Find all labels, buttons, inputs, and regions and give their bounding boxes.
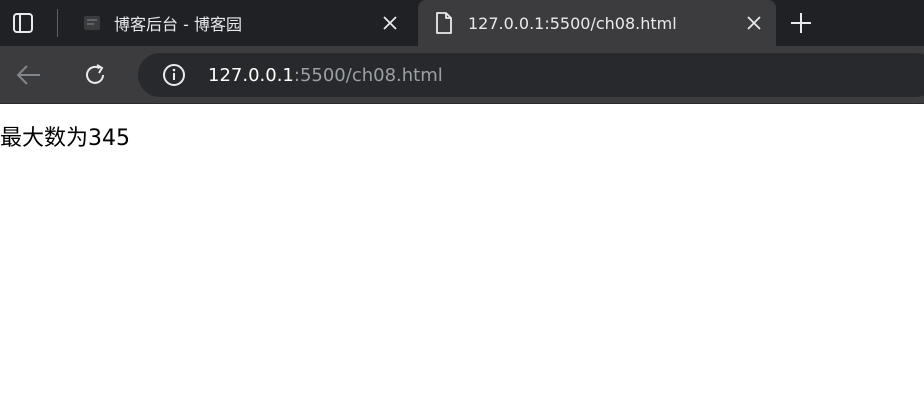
url-text: 127.0.0.1:5500/ch08.html [208, 65, 443, 86]
tab-blog-admin[interactable]: 博客后台 - 博客园 [66, 0, 412, 46]
site-info-icon[interactable] [162, 63, 186, 87]
reload-button[interactable] [79, 59, 111, 91]
tab-actions-icon [13, 13, 33, 33]
new-tab-button[interactable] [786, 8, 816, 38]
tab-actions-button[interactable] [0, 0, 46, 46]
tab-divider [57, 9, 58, 37]
max-number-text: 最大数为345 [0, 126, 130, 151]
address-bar[interactable]: 127.0.0.1:5500/ch08.html [138, 53, 924, 97]
page-content: 最大数为345 [0, 104, 924, 403]
url-path: :5500/ch08.html [293, 64, 443, 86]
close-icon [747, 16, 761, 30]
blog-favicon-icon [82, 13, 102, 33]
close-icon [383, 16, 397, 30]
tab-ch08[interactable]: 127.0.0.1:5500/ch08.html [418, 0, 776, 46]
file-icon [434, 12, 454, 34]
back-arrow-icon [16, 65, 40, 85]
reload-icon [86, 64, 104, 84]
browser-toolbar: 127.0.0.1:5500/ch08.html [0, 46, 924, 104]
plus-icon [791, 13, 811, 33]
url-host: 127.0.0.1 [208, 64, 294, 86]
tab-close-button[interactable] [376, 9, 404, 37]
tab-bar: 博客后台 - 博客园 127.0.0.1:5500/ch08.html [0, 0, 924, 46]
tab-close-button[interactable] [740, 9, 768, 37]
back-button[interactable] [13, 59, 45, 91]
tab-title: 博客后台 - 博客园 [114, 15, 242, 34]
tab-title: 127.0.0.1:5500/ch08.html [468, 13, 677, 33]
